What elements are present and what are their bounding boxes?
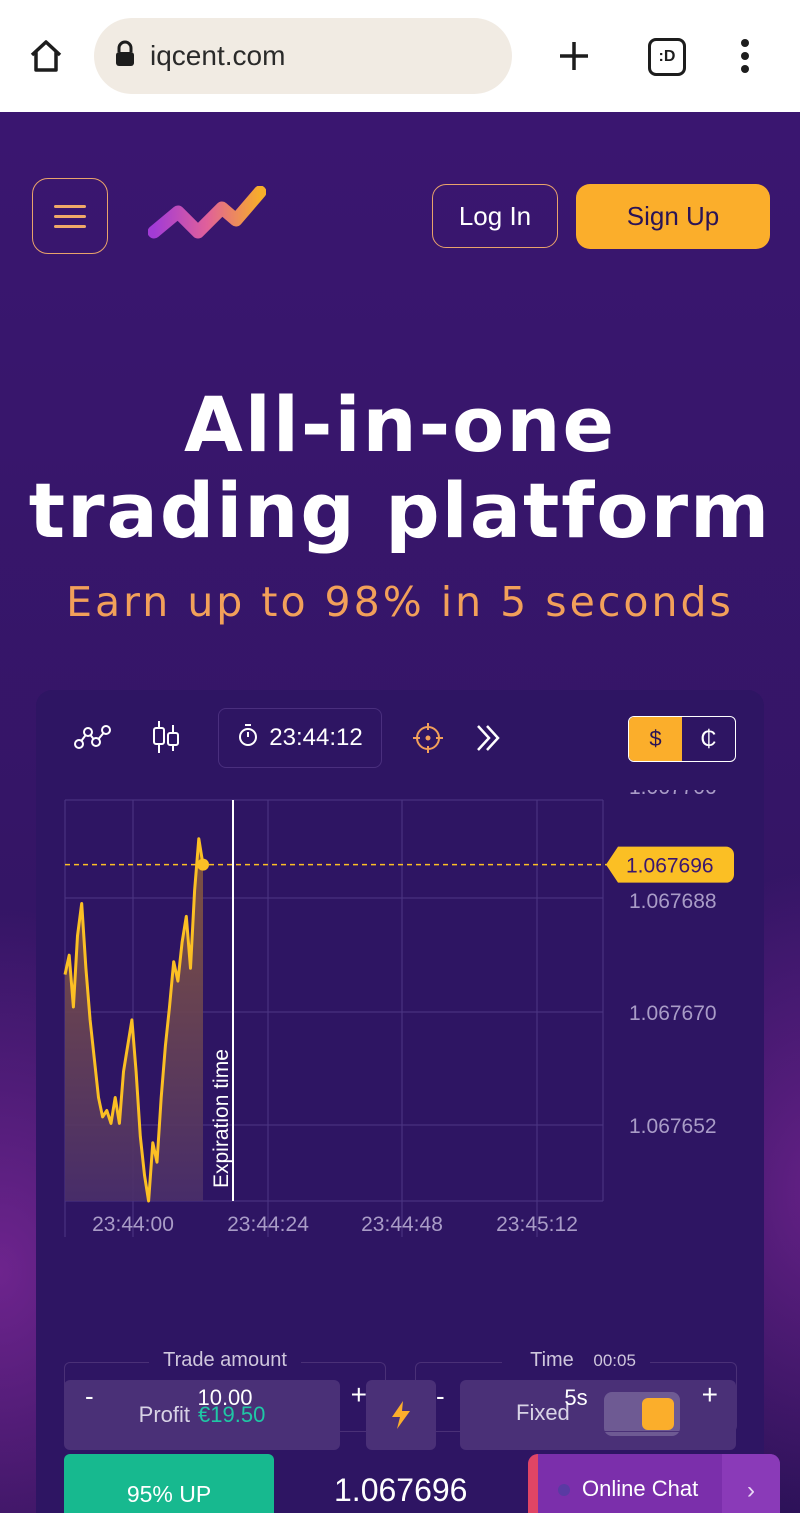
- currency-switch[interactable]: $ ₵: [628, 716, 736, 762]
- price-chart[interactable]: 1.067706 1.067688 1.067670 1.067652 23:44:00…: [36, 790, 764, 1250]
- crosshair-icon[interactable]: [410, 720, 446, 756]
- price-area: [65, 838, 203, 1201]
- time-value[interactable]: 5s: [416, 1385, 736, 1411]
- candlestick-icon[interactable]: [148, 718, 184, 756]
- time-legend: Time 00:05: [416, 1349, 736, 1372]
- hero-title-line1: All-in-one: [183, 380, 617, 469]
- trade-amount-label: Trade amount: [149, 1349, 301, 1371]
- browser-toolbar: iqcent.com :D: [0, 0, 800, 112]
- x-tick-label: 23:44:00: [92, 1213, 174, 1236]
- home-icon[interactable]: [24, 34, 68, 78]
- logo[interactable]: [147, 185, 267, 253]
- x-tick-label: 23:44:24: [227, 1213, 309, 1236]
- hero-subtitle: Earn up to 98% in 5 seconds: [66, 578, 734, 626]
- new-tab-icon[interactable]: [554, 36, 594, 76]
- login-button[interactable]: Log In: [432, 184, 558, 248]
- lock-icon: [114, 40, 136, 73]
- time-increase-button[interactable]: +: [702, 1379, 718, 1411]
- more-vert-icon[interactable]: [730, 36, 760, 76]
- trade-amount-field: Trade amount - 10.00 +: [64, 1349, 386, 1432]
- stopwatch-icon: [237, 723, 259, 754]
- tabs-icon[interactable]: :D: [648, 38, 686, 76]
- current-price: 1.067696: [334, 1472, 468, 1508]
- address-bar[interactable]: iqcent.com: [94, 18, 512, 94]
- amount-increase-button[interactable]: +: [351, 1379, 367, 1411]
- current-price-dot: [197, 858, 209, 871]
- hamburger-icon: [54, 204, 86, 208]
- y-tick-label: 1.067670: [629, 1002, 717, 1025]
- site-content: Log In Sign Up All-in-one trading platfo…: [0, 112, 800, 1513]
- menu-button[interactable]: [32, 178, 108, 254]
- y-tick-label: 1.067652: [629, 1115, 717, 1138]
- status-dot-icon: [558, 1484, 570, 1496]
- clock-time: 23:44:12: [269, 724, 363, 751]
- chat-label: Online Chat: [582, 1476, 699, 1501]
- hamburger-line: [54, 214, 86, 218]
- time-legend-text: Time 00:05: [502, 1349, 650, 1371]
- y-tick-label: 1.067688: [629, 890, 717, 913]
- server-clock: 23:44:12: [218, 708, 382, 768]
- time-countdown: 00:05: [593, 1351, 636, 1370]
- y-tick-label: 1.067706: [629, 790, 717, 799]
- chevron-right-icon[interactable]: ›: [722, 1454, 780, 1513]
- lightning-icon: [392, 1401, 410, 1429]
- signup-button[interactable]: Sign Up: [576, 184, 770, 249]
- up-button[interactable]: 95% UP: [64, 1454, 274, 1513]
- hero-title-line2: trading platform: [28, 466, 772, 555]
- chat-edge: [528, 1454, 538, 1513]
- tab-count: :D: [658, 48, 676, 65]
- x-tick-label: 23:44:48: [361, 1213, 443, 1236]
- url-text: iqcent.com: [150, 40, 286, 71]
- expiration-label: Expiration time: [210, 1049, 233, 1188]
- time-label: Time: [516, 1349, 588, 1371]
- trade-amount-legend: Trade amount: [65, 1349, 385, 1372]
- hamburger-line: [54, 224, 86, 228]
- current-price-tag-label: 1.067696: [626, 855, 714, 878]
- double-chevron-right-icon[interactable]: [470, 720, 506, 756]
- currency-cedi[interactable]: ₵: [682, 717, 735, 761]
- x-tick-label: 23:45:12: [496, 1213, 578, 1236]
- online-chat-widget[interactable]: Online Chat ›: [528, 1454, 780, 1513]
- time-field: Time 00:05 - 5s +: [415, 1349, 737, 1432]
- currency-usd[interactable]: $: [629, 717, 682, 761]
- line-chart-icon[interactable]: [74, 720, 114, 754]
- amount-value[interactable]: 10.00: [65, 1385, 385, 1411]
